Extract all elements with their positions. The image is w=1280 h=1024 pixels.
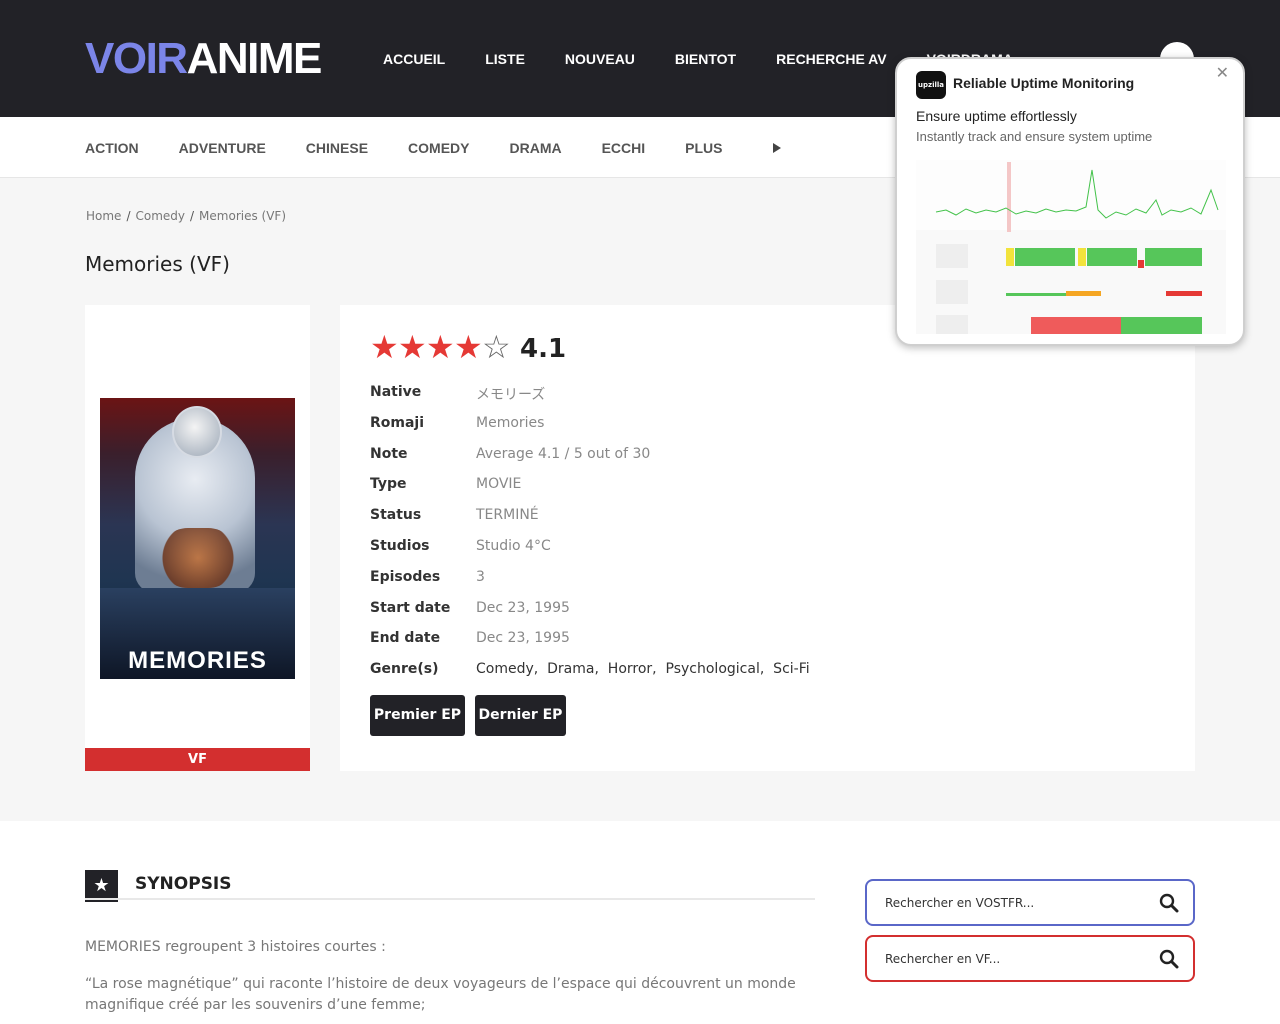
- ad-heading: Ensure uptime effortlessly: [916, 108, 1077, 124]
- caret-right-icon: [772, 143, 781, 153]
- logo-part-anime: ANIME: [186, 34, 323, 83]
- search-vostfr-placeholder: Rechercher en VOSTFR...: [885, 896, 1035, 910]
- poster-card: MEMORIES VF: [85, 305, 310, 771]
- vf-badge: VF: [85, 748, 310, 771]
- detail-row-status: Status TERMINÉ: [370, 507, 539, 523]
- nav-accueil[interactable]: ACCUEIL: [383, 50, 445, 68]
- detail-row-genres: Genre(s) Comedy, Drama, Horror, Psycholog…: [370, 661, 810, 677]
- divider: [85, 898, 815, 900]
- genre-ecchi[interactable]: ECCHI: [602, 139, 646, 157]
- breadcrumb-home[interactable]: Home: [86, 209, 121, 223]
- detail-row-studios: Studios Studio 4°C: [370, 538, 551, 554]
- breadcrumb-comedy[interactable]: Comedy: [135, 209, 185, 223]
- search-vf-placeholder: Rechercher en VF...: [885, 952, 1001, 966]
- star-empty-icon: ☆: [482, 328, 511, 366]
- logo-part-voir: VOIR: [85, 34, 188, 83]
- page-title: Memories (VF): [85, 252, 230, 276]
- search-vostfr-input[interactable]: Rechercher en VOSTFR...: [865, 879, 1195, 926]
- nav-nouveau[interactable]: NOUVEAU: [565, 50, 635, 68]
- detail-row-romaji: Romaji Memories: [370, 415, 545, 431]
- synopsis-paragraph-2: “La rose magnétique” qui raconte l’histo…: [85, 976, 796, 1013]
- search-icon[interactable]: [1159, 949, 1179, 973]
- search-icon[interactable]: [1159, 893, 1179, 917]
- rating-score: 4.1: [520, 334, 567, 364]
- detail-row-end-date: End date Dec 23, 1995: [370, 630, 570, 646]
- first-episode-button[interactable]: Premier EP: [370, 695, 465, 736]
- synopsis-paragraph-1: MEMORIES regroupent 3 histoires courtes …: [85, 939, 386, 955]
- genre-comedy[interactable]: COMEDY: [408, 139, 469, 157]
- poster-title: MEMORIES: [128, 647, 267, 674]
- ad-subheading: Instantly track and ensure system uptime: [916, 129, 1153, 144]
- synopsis-title: SYNOPSIS: [135, 874, 232, 894]
- star-filled-icon: ★: [370, 328, 399, 366]
- star-filled-icon: ★: [398, 328, 427, 366]
- search-vf-input[interactable]: Rechercher en VF...: [865, 935, 1195, 982]
- nav-liste[interactable]: LISTE: [485, 50, 525, 68]
- detail-row-native: Native メモリーズ: [370, 384, 546, 403]
- close-icon[interactable]: ✕: [1216, 63, 1229, 82]
- genre-adventure[interactable]: ADVENTURE: [179, 139, 266, 157]
- genre-links[interactable]: Comedy, Drama, Horror, Psychological, Sc…: [476, 661, 810, 677]
- detail-row-note: Note Average 4.1 / 5 out of 30: [370, 446, 651, 462]
- star-filled-icon: ★: [426, 328, 455, 366]
- genre-plus-label: PLUS: [685, 140, 723, 156]
- genre-chinese[interactable]: CHINESE: [306, 139, 368, 157]
- ad-popup[interactable]: upzilla Reliable Uptime Monitoring ✕ Ens…: [895, 57, 1245, 346]
- nav-bientot[interactable]: BIENTOT: [675, 50, 736, 68]
- poster-image[interactable]: MEMORIES: [100, 398, 295, 679]
- detail-row-start-date: Start date Dec 23, 1995: [370, 600, 570, 616]
- detail-row-type: Type MOVIE: [370, 476, 522, 492]
- rating-stars: ★ ★ ★ ★ ☆: [370, 328, 511, 366]
- genre-action[interactable]: ACTION: [85, 139, 139, 157]
- star-filled-icon: ★: [454, 328, 483, 366]
- genre-drama[interactable]: DRAMA: [509, 139, 561, 157]
- genre-plus[interactable]: PLUS: [685, 139, 781, 157]
- nav-recherche-av[interactable]: RECHERCHE AV: [776, 50, 886, 68]
- breadcrumb-current: Memories (VF): [199, 209, 287, 223]
- detail-row-episodes: Episodes 3: [370, 569, 485, 585]
- ad-title: Reliable Uptime Monitoring: [953, 75, 1135, 91]
- last-episode-button[interactable]: Dernier EP: [475, 695, 566, 736]
- ad-dashboard-image[interactable]: [916, 160, 1226, 334]
- site-logo[interactable]: VOIRANIME: [85, 34, 323, 83]
- ad-logo: upzilla: [916, 71, 946, 99]
- breadcrumb: Home / Comedy / Memories (VF): [86, 209, 287, 223]
